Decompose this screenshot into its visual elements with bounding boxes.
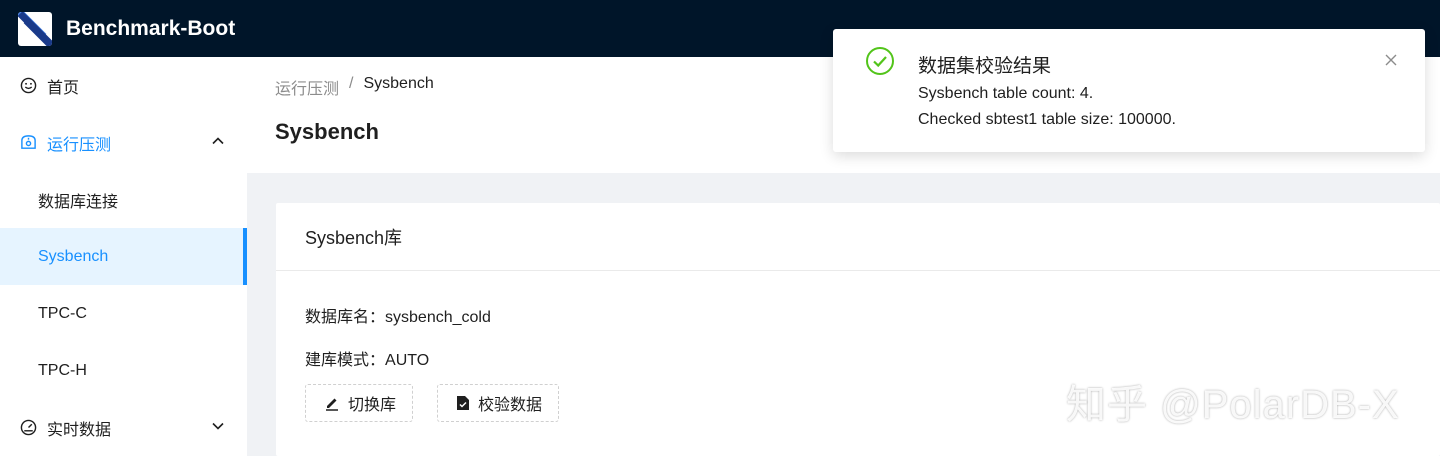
sidebar-item-label: 实时数据 [47, 421, 112, 439]
verify-data-button-label: 校验数据 [478, 397, 543, 414]
notification-title: 数据集校验结果 [918, 56, 1052, 77]
dashboard-icon [19, 134, 37, 152]
sidebar-item-label: TPC-C [38, 304, 87, 322]
breadcrumb-separator: / [349, 75, 354, 92]
db-name-field: 数据库名：sysbench_cold [305, 303, 491, 327]
success-check-icon [866, 47, 894, 75]
chevron-up-icon [212, 137, 224, 145]
watermark: 知乎 @PolarDB-X [1066, 383, 1400, 427]
db-mode-value: AUTO [385, 352, 430, 369]
app-logo[interactable] [18, 11, 52, 46]
sidebar-item-label: 首页 [47, 79, 80, 97]
sidebar-item-label: 数据库连接 [38, 193, 119, 211]
card-title: Sysbench库 [276, 203, 1440, 271]
sidebar-item-label: TPC-H [38, 361, 87, 379]
notification-message-table-count: Sysbench table count: 4. [918, 85, 1094, 102]
db-name-value: sysbench_cold [385, 309, 491, 326]
db-name-label: 数据库名： [305, 309, 386, 326]
notification-message-table-size: Checked sbtest1 table size: 100000. [918, 111, 1176, 128]
switch-db-button[interactable]: 切换库 [305, 384, 414, 422]
file-check-icon [457, 396, 469, 410]
sidebar-item-home[interactable]: 首页 [0, 57, 247, 114]
sidebar-item-tpch[interactable]: TPC-H [0, 342, 247, 399]
sidebar-item-tpcc[interactable]: TPC-C [0, 285, 247, 342]
sidebar: 首页 运行压测 数据库连接 Sysbench TPC-C TPC-H 实时数据 [0, 57, 247, 456]
smile-icon [19, 77, 37, 95]
sidebar-item-label: 运行压测 [47, 136, 112, 154]
breadcrumb-parent-link[interactable]: 运行压测 [275, 75, 339, 99]
sidebar-item-label: Sysbench [38, 247, 109, 265]
gauge-icon [19, 419, 37, 437]
breadcrumb: 运行压测 / Sysbench [275, 75, 434, 99]
sidebar-item-realtime-data[interactable]: 实时数据 [0, 399, 247, 456]
app-title[interactable]: Benchmark-Boot [66, 17, 235, 41]
chevron-down-icon [212, 422, 224, 430]
close-icon[interactable] [1384, 53, 1398, 67]
sidebar-item-run-benchmark[interactable]: 运行压测 [0, 114, 247, 171]
verification-notification: 数据集校验结果 Sysbench table count: 4. Checked… [833, 29, 1425, 152]
db-mode-field: 建库模式：AUTO [305, 346, 429, 370]
switch-db-button-label: 切换库 [348, 397, 397, 414]
breadcrumb-current: Sysbench [363, 75, 434, 92]
db-mode-label: 建库模式： [305, 352, 386, 369]
page-title: Sysbench [275, 119, 379, 144]
verify-data-button[interactable]: 校验数据 [437, 384, 560, 422]
sidebar-item-db-connection[interactable]: 数据库连接 [0, 171, 247, 228]
sidebar-item-sysbench[interactable]: Sysbench [0, 228, 247, 285]
edit-icon [326, 398, 338, 411]
